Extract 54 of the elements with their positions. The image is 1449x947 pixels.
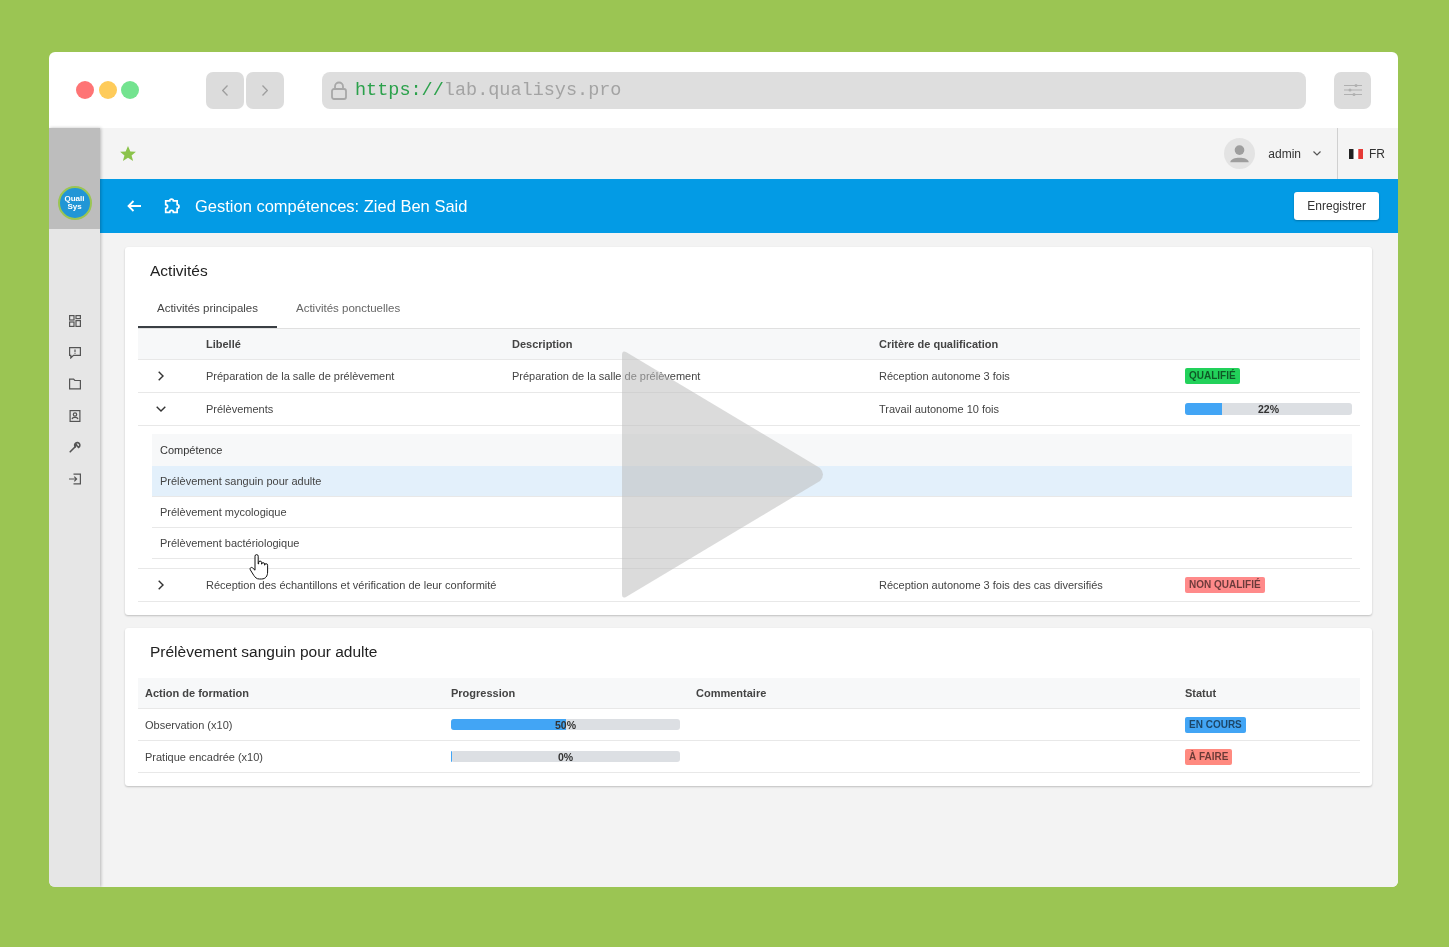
avatar-icon (1224, 138, 1256, 169)
puzzle-icon (164, 198, 180, 214)
table-cell: Prélèvements (206, 403, 274, 415)
window-close-icon[interactable] (76, 81, 94, 99)
sliders-icon (1343, 84, 1362, 96)
progress-label: 22% (1258, 403, 1279, 415)
tab[interactable]: Activités ponctuelles (277, 290, 420, 328)
wrench-icon[interactable] (68, 441, 81, 454)
status-badge: EN COURS (1185, 716, 1246, 733)
column-header: Libellé (206, 338, 241, 350)
table-cell: Réception des échantillons et vérification de leur conformité (206, 579, 497, 591)
page-title: Gestion compétences: Zied Ben Said (195, 196, 468, 216)
chevron-right-icon[interactable] (158, 580, 164, 590)
column-header: Commentaire (696, 687, 767, 699)
column-header: Critère de qualification (879, 338, 999, 350)
language-button[interactable]: FR (1349, 146, 1385, 161)
card-title: Activités (150, 261, 208, 281)
chevron-down-icon[interactable] (156, 406, 166, 412)
status-badge: À FAIRE (1185, 748, 1233, 765)
column-header: Description (512, 338, 573, 350)
save-button[interactable]: Enregistrer (1294, 192, 1379, 220)
table-cell: Réception autonome 3 fois (879, 370, 1010, 382)
table-cell: Réception autonome 3 fois des cas diversifiés (879, 579, 1103, 591)
table-cell: Préparation de la salle de prélèvement (206, 370, 395, 382)
chevron-right-icon (262, 84, 268, 96)
caret-icon (1313, 151, 1321, 156)
contact-card-icon[interactable] (68, 409, 81, 422)
lock-icon (331, 80, 347, 100)
user-menu-button[interactable]: admin (1224, 138, 1321, 169)
competence-row[interactable]: Prélèvement bactériologique (152, 528, 1352, 559)
star-icon[interactable] (120, 146, 136, 161)
column-header: Progression (451, 687, 516, 699)
table-cell: Préparation de la salle de prélèvement (512, 370, 701, 382)
status-badge: QUALIFIÉ (1185, 368, 1240, 384)
grid-icon[interactable] (68, 315, 81, 327)
flag-icon (1349, 148, 1363, 159)
card-title: Prélèvement sanguin pour adulte (150, 642, 378, 662)
column-header: Statut (1185, 687, 1217, 699)
chevron-right-icon[interactable] (158, 371, 164, 381)
hand-cursor-icon (249, 554, 269, 580)
progress-label: 0% (557, 750, 574, 763)
table-cell: Pratique encadrée (x10) (145, 750, 263, 763)
chevron-left-icon (222, 84, 228, 96)
message-icon[interactable] (68, 346, 81, 359)
enter-icon[interactable] (68, 472, 81, 485)
column-header: Action de formation (145, 687, 249, 699)
folder-icon[interactable] (68, 378, 81, 391)
table-cell: Observation (x10) (145, 718, 233, 731)
table-cell: Travail autonome 10 fois (879, 403, 1000, 415)
competence-row[interactable]: Prélèvement sanguin pour adulte (152, 466, 1352, 497)
competence-row[interactable]: Prélèvement mycologique (152, 497, 1352, 528)
status-badge: NON QUALIFIÉ (1185, 577, 1265, 593)
arrow-left-icon[interactable] (127, 200, 141, 212)
column-header: Compétence (152, 434, 1352, 466)
